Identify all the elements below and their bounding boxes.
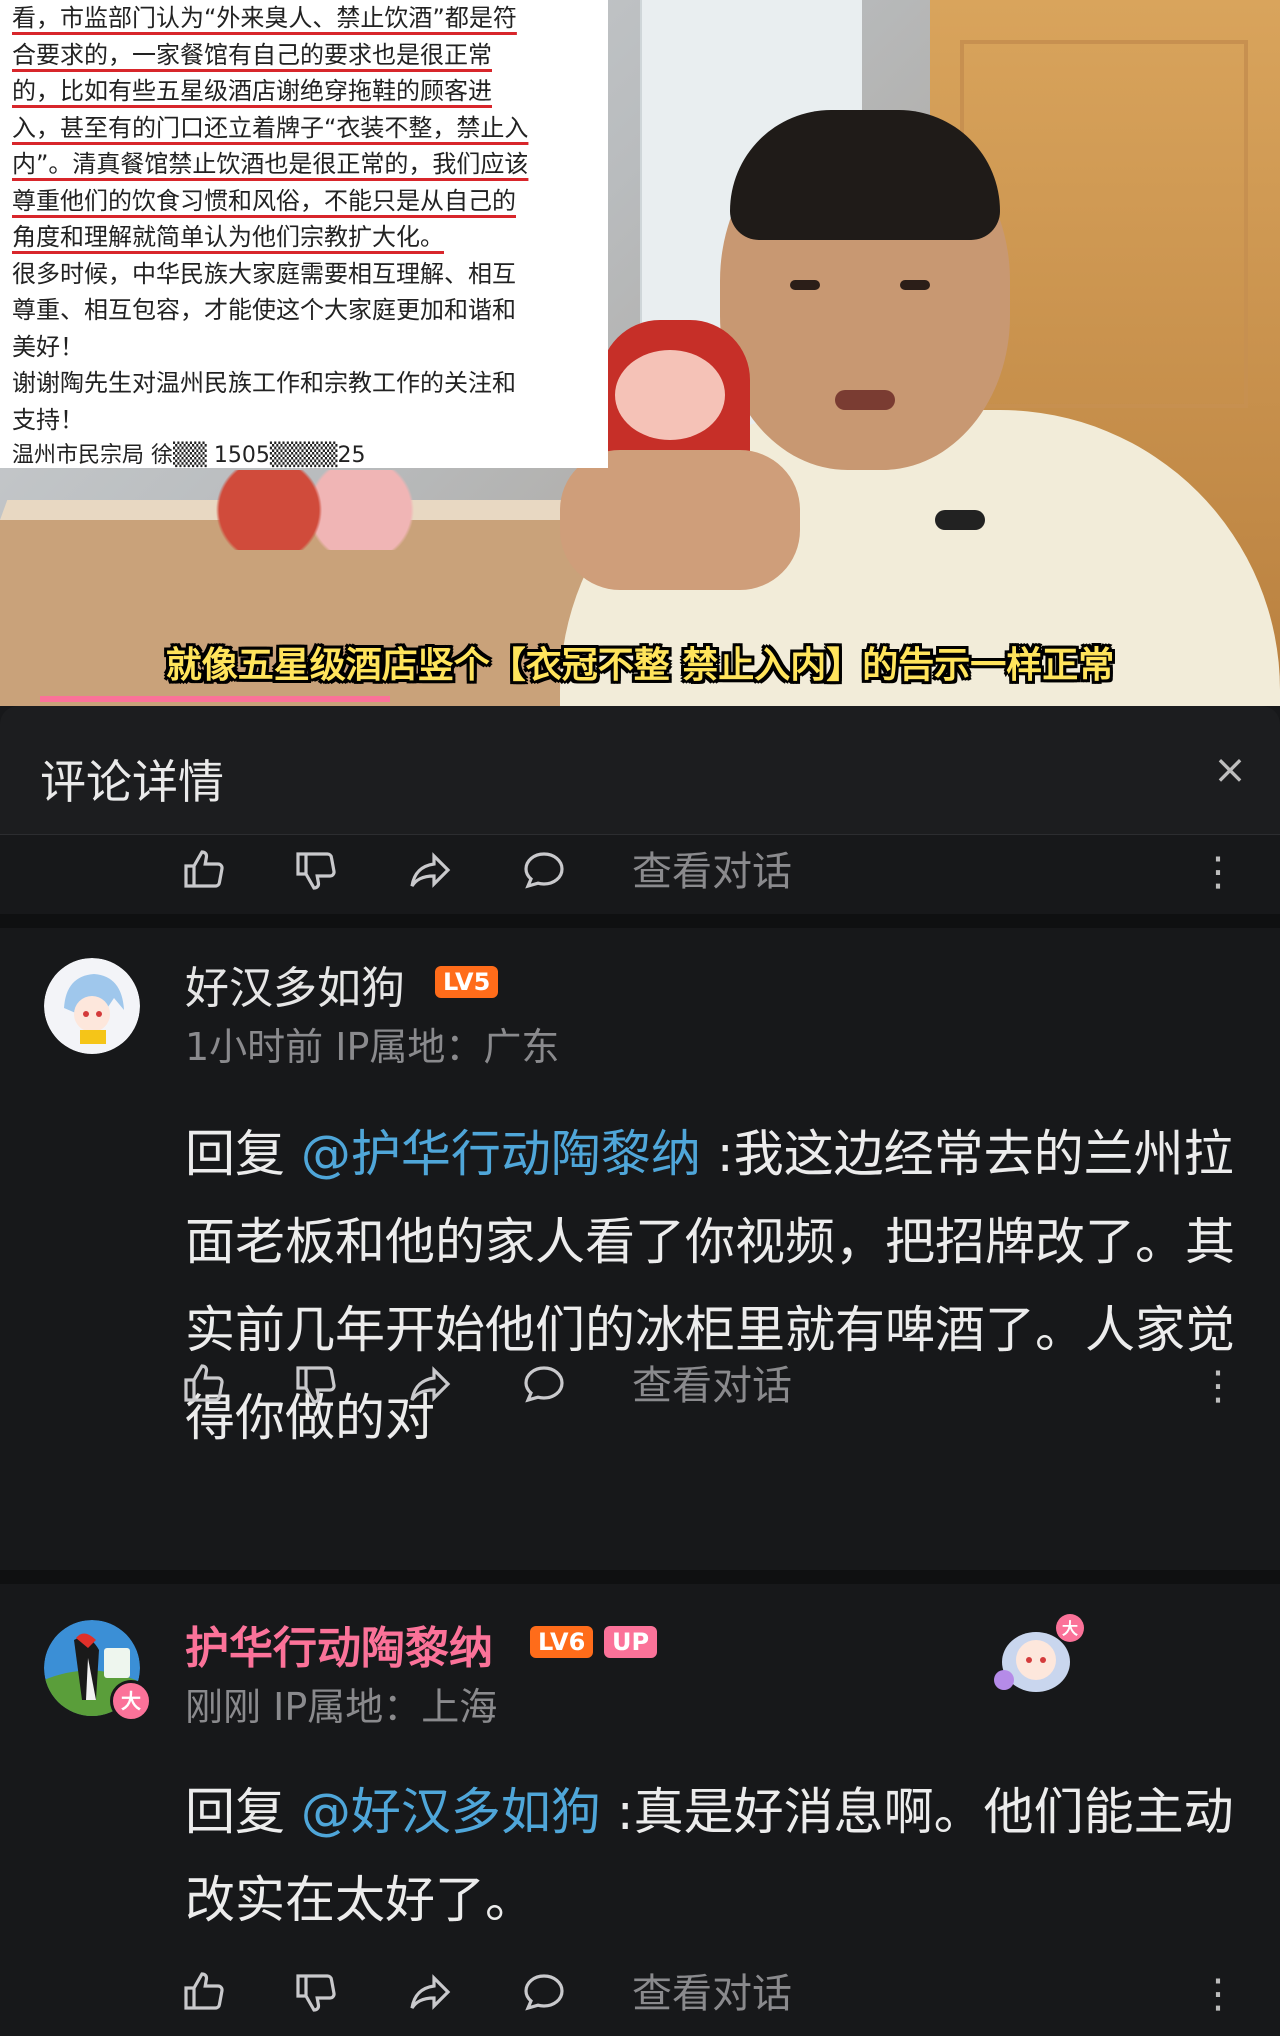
lapel-mic (935, 510, 985, 530)
document-text: 看，市监部门认为“外来臭人、禁止饮酒”都是符 合要求的，一家餐馆有自己的要求也是很… (12, 0, 596, 438)
action-row: 查看对话 ⋮ (0, 834, 1280, 914)
panel-title: 评论详情 (40, 755, 224, 809)
username[interactable]: 护华行动陶黎纳 (185, 1612, 493, 1676)
level-badge: LV5 (435, 966, 499, 998)
comment-meta: 刚刚 IP属地：上海 (185, 1676, 497, 1731)
decoration-sticker-icon: 大 (990, 1610, 1090, 1700)
presenter-hand (560, 450, 800, 590)
panel-header: 评论详情 × (0, 706, 1280, 835)
vip-badge-icon: 大 (110, 1680, 152, 1722)
avatar[interactable] (44, 958, 140, 1054)
view-conversation-button[interactable]: 查看对话 (632, 1966, 792, 2022)
document-line: 的，比如有些五星级酒店谢绝穿拖鞋的顾客进 (12, 77, 492, 105)
level-badge: LV6 (530, 1626, 594, 1658)
dislike-icon[interactable] (292, 1968, 348, 2024)
document-line: 入，甚至有的门口还立着牌子“衣装不整，禁止入 (12, 113, 529, 142)
comment-meta: 1小时前 IP属地：广东 (185, 1016, 559, 1071)
document-line: 很多时候，中华民族大家庭需要相互理解、相互 (12, 259, 516, 288)
comment-body: 回复 @好汉多如狗 :真是好消息啊。他们能主动改实在太好了。 (185, 1768, 1245, 1944)
divider (0, 1570, 1280, 1584)
like-icon[interactable] (180, 846, 236, 902)
document-line: 尊重他们的饮食习惯和风俗，不能只是从自己的 (12, 186, 516, 215)
comment-ip: IP属地：上海 (273, 1685, 498, 1729)
presenter-hair (730, 110, 1000, 240)
svg-text:大: 大 (1062, 1619, 1078, 1638)
more-options-icon[interactable]: ⋮ (1198, 1358, 1238, 1414)
dislike-icon[interactable] (292, 846, 348, 902)
mention-link[interactable]: @好汉多如狗 (301, 1783, 601, 1841)
share-icon[interactable] (406, 1968, 462, 2024)
comment-ip: IP属地：广东 (335, 1025, 560, 1069)
action-row: 查看对话 ⋮ (0, 1348, 1280, 1428)
divider (0, 914, 1280, 928)
document-line: 尊重、相互包容，才能使这个大家庭更加和谐和 (12, 296, 516, 324)
presenter-eye (900, 280, 930, 290)
comment-time: 1小时前 (185, 1025, 324, 1069)
presenter-mouth (835, 390, 895, 410)
username[interactable]: 好汉多如狗 (185, 952, 405, 1016)
presenter-eye (790, 280, 820, 290)
reply-prefix: 回复 (185, 1125, 301, 1183)
document-line: 谢谢陶先生对温州民族工作和宗教工作的关注和 (12, 369, 516, 397)
document-line: 角度和理解就简单认为他们宗教扩大化。 (12, 223, 444, 251)
like-icon[interactable] (180, 1360, 236, 1416)
reply-prefix: 回复 (185, 1783, 301, 1841)
video-progress-bar[interactable] (40, 696, 390, 702)
video-subtitle: 就像五星级酒店竖个【衣冠不整 禁止入内】的告示一样正常 (165, 645, 1115, 686)
document-line: 内”。清真餐馆禁止饮酒也是很正常的，我们应该 (12, 150, 529, 178)
video-player[interactable]: 看，市监部门认为“外来臭人、禁止饮酒”都是符 合要求的，一家餐馆有自己的要求也是很… (0, 0, 1280, 706)
share-icon[interactable] (406, 846, 462, 902)
reply-icon[interactable] (520, 1968, 576, 2024)
reply-icon[interactable] (520, 1360, 576, 1416)
comment-time: 刚刚 (185, 1685, 262, 1729)
action-row: 查看对话 ⋮ (0, 1956, 1280, 2036)
more-options-icon[interactable]: ⋮ (1198, 1966, 1238, 2022)
close-icon[interactable]: × (1200, 740, 1260, 800)
document-line: 看，市监部门认为“外来臭人、禁止饮酒”都是符 (12, 4, 517, 32)
comment-detail-panel: 评论详情 × 查看对话 ⋮ 好汉多如狗 LV5 1小时前 IP属地：广东 回复 … (0, 706, 1280, 2017)
document-signature: 温州市民宗局 徐▒▒ 1505▒▒▒▒25 (12, 443, 366, 468)
document-screenshot: 看，市监部门认为“外来臭人、禁止饮酒”都是符 合要求的，一家餐馆有自己的要求也是很… (0, 0, 608, 468)
view-conversation-button[interactable]: 查看对话 (632, 844, 792, 900)
view-conversation-button[interactable]: 查看对话 (632, 1358, 792, 1414)
document-line: 支持！ (12, 405, 84, 434)
document-line: 合要求的，一家餐馆有自己的要求也是很正常 (12, 40, 492, 69)
like-icon[interactable] (180, 1968, 236, 2024)
mention-link[interactable]: @护华行动陶黎纳 (301, 1125, 701, 1183)
up-badge: UP (604, 1626, 658, 1658)
dislike-icon[interactable] (292, 1360, 348, 1416)
reply-icon[interactable] (520, 846, 576, 902)
background-toys (200, 470, 430, 550)
more-options-icon[interactable]: ⋮ (1198, 844, 1238, 900)
share-icon[interactable] (406, 1360, 462, 1416)
document-line: 美好！ (12, 332, 84, 361)
plush-toy-face (615, 350, 725, 440)
